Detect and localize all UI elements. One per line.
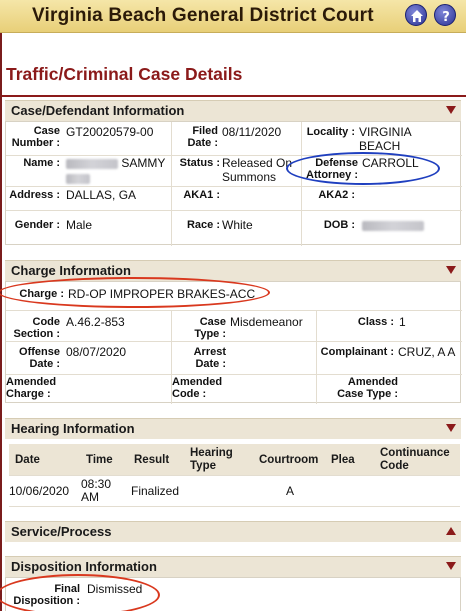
address-value: DALLAS, GA xyxy=(66,188,137,202)
gender-value: Male xyxy=(66,218,93,232)
locality-label: Locality : xyxy=(306,126,355,138)
name-value: SAMMY xyxy=(66,156,168,184)
first-name: SAMMY xyxy=(121,156,166,170)
class-value: 1 xyxy=(399,315,406,329)
case-number-label: Case Number : xyxy=(11,125,60,149)
section-header-case-defendant[interactable]: Case/Defendant Information xyxy=(5,100,461,121)
amended-charge-label: Amended Charge : xyxy=(6,376,57,400)
offense-date-value: 08/07/2020 xyxy=(66,345,127,359)
help-button[interactable]: ? xyxy=(434,4,456,26)
race-label: Race : xyxy=(186,219,220,231)
code-section-label: Code Section : xyxy=(13,316,60,340)
complainant-value: CRUZ, A A xyxy=(398,345,456,359)
section-header-hearing[interactable]: Hearing Information xyxy=(5,418,461,439)
charge-value: RD-OP IMPROPER BRAKES-ACC xyxy=(68,287,256,301)
status-label: Status : xyxy=(179,157,220,169)
redacted-middle-name xyxy=(66,173,90,184)
title-divider xyxy=(2,95,466,97)
redacted-dob xyxy=(362,220,424,231)
col-continuance-code: Continuance Code xyxy=(380,447,450,472)
locality-value: VIRGINIA BEACH xyxy=(359,125,412,153)
section-label: Hearing Information xyxy=(11,421,135,436)
header-bar: Virginia Beach General District Court ? xyxy=(0,0,466,33)
section-header-charge[interactable]: Charge Information xyxy=(5,260,461,281)
redacted-last-name xyxy=(66,158,118,169)
address-label: Address : xyxy=(9,189,60,201)
col-result: Result xyxy=(134,454,170,466)
table-row: 10/06/2020 08:30 AM Finalized A xyxy=(9,475,460,507)
hearing-courtroom: A xyxy=(286,484,295,498)
home-button[interactable] xyxy=(405,4,427,26)
hearing-result: Finalized xyxy=(131,484,180,498)
name-label: Name : xyxy=(23,157,60,169)
offense-date-label: Offense Date : xyxy=(19,346,60,370)
col-plea: Plea xyxy=(331,454,355,466)
section-header-disposition[interactable]: Disposition Information xyxy=(5,556,461,577)
section-label: Service/Process xyxy=(11,524,112,539)
dob-value xyxy=(362,218,442,232)
filed-date-value: 08/11/2020 xyxy=(222,125,282,139)
expand-arrow-icon[interactable] xyxy=(446,527,456,535)
col-hearing-type: Hearing Type xyxy=(190,447,233,472)
home-icon xyxy=(411,10,423,22)
amended-code-label: Amended Code : xyxy=(172,376,223,400)
case-type-value: Misdemeanor xyxy=(230,315,303,329)
hearing-time: 08:30 AM xyxy=(81,477,112,504)
collapse-arrow-icon[interactable] xyxy=(446,106,456,114)
charge-label: Charge : xyxy=(19,288,64,300)
case-number-value: GT20020579-00 xyxy=(66,125,154,139)
dob-label: DOB : xyxy=(323,219,355,231)
section-label: Disposition Information xyxy=(11,559,157,574)
section-label: Case/Defendant Information xyxy=(11,103,185,118)
code-section-value: A.46.2-853 xyxy=(66,315,125,329)
defense-attorney-value: CARROLL xyxy=(362,156,419,170)
svg-text:?: ? xyxy=(442,10,450,24)
col-date: Date xyxy=(15,454,40,466)
app-title: Virginia Beach General District Court xyxy=(32,5,374,26)
hearing-table-header: Date Time Result Hearing Type Courtroom … xyxy=(9,444,460,475)
race-value: White xyxy=(222,218,253,232)
case-type-label: Case Type : xyxy=(194,316,226,340)
final-disposition-value: Dismissed xyxy=(87,582,143,596)
collapse-arrow-icon[interactable] xyxy=(446,266,456,274)
section-header-service-process[interactable]: Service/Process xyxy=(5,521,461,542)
hearing-date: 10/06/2020 xyxy=(9,484,70,498)
class-label: Class : xyxy=(357,316,394,328)
section-label: Charge Information xyxy=(11,263,131,278)
status-value: Released On Summons xyxy=(222,156,293,184)
amended-case-type-label: Amended Case Type : xyxy=(337,376,398,400)
final-disposition-label: Final Disposition : xyxy=(13,583,80,607)
filed-date-label: Filed Date : xyxy=(187,125,218,149)
complainant-label: Complainant : xyxy=(320,346,394,358)
col-courtroom: Courtroom xyxy=(259,454,319,466)
gender-label: Gender : xyxy=(14,219,60,231)
page-title: Traffic/Criminal Case Details xyxy=(6,64,243,84)
collapse-arrow-icon[interactable] xyxy=(446,562,456,570)
defense-attorney-label: Defense Attorney : xyxy=(306,157,358,181)
aka1-label: AKA1 : xyxy=(183,189,220,201)
col-time: Time xyxy=(86,454,113,466)
collapse-arrow-icon[interactable] xyxy=(446,424,456,432)
aka2-label: AKA2 : xyxy=(318,189,355,201)
help-icon: ? xyxy=(442,10,450,24)
arrest-date-label: Arrest Date : xyxy=(193,346,226,370)
left-border xyxy=(0,33,2,611)
